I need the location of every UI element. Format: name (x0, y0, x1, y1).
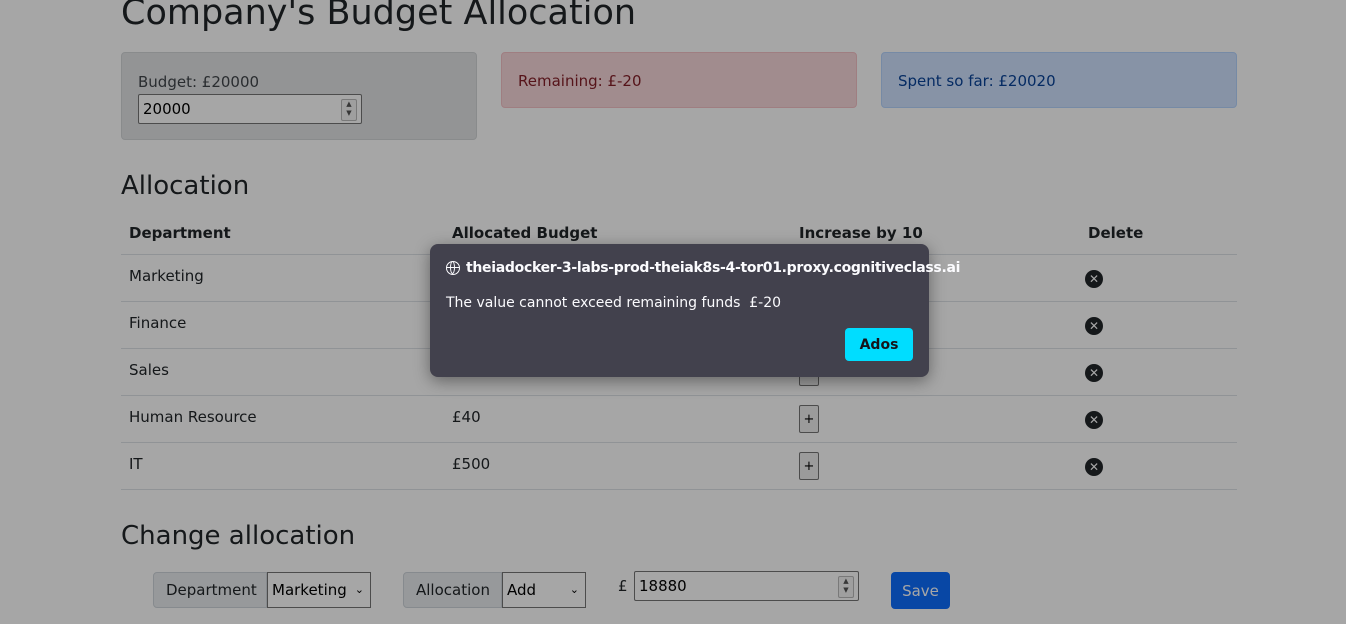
globe-icon (446, 261, 460, 275)
dialog-origin: theiadocker-3-labs-prod-theiak8s-4-tor01… (466, 260, 961, 276)
alert-dialog: theiadocker-3-labs-prod-theiak8s-4-tor01… (430, 244, 960, 377)
dialog-ok-button[interactable]: Ados (845, 328, 913, 361)
dialog-message: The value cannot exceed remaining funds … (446, 295, 782, 311)
